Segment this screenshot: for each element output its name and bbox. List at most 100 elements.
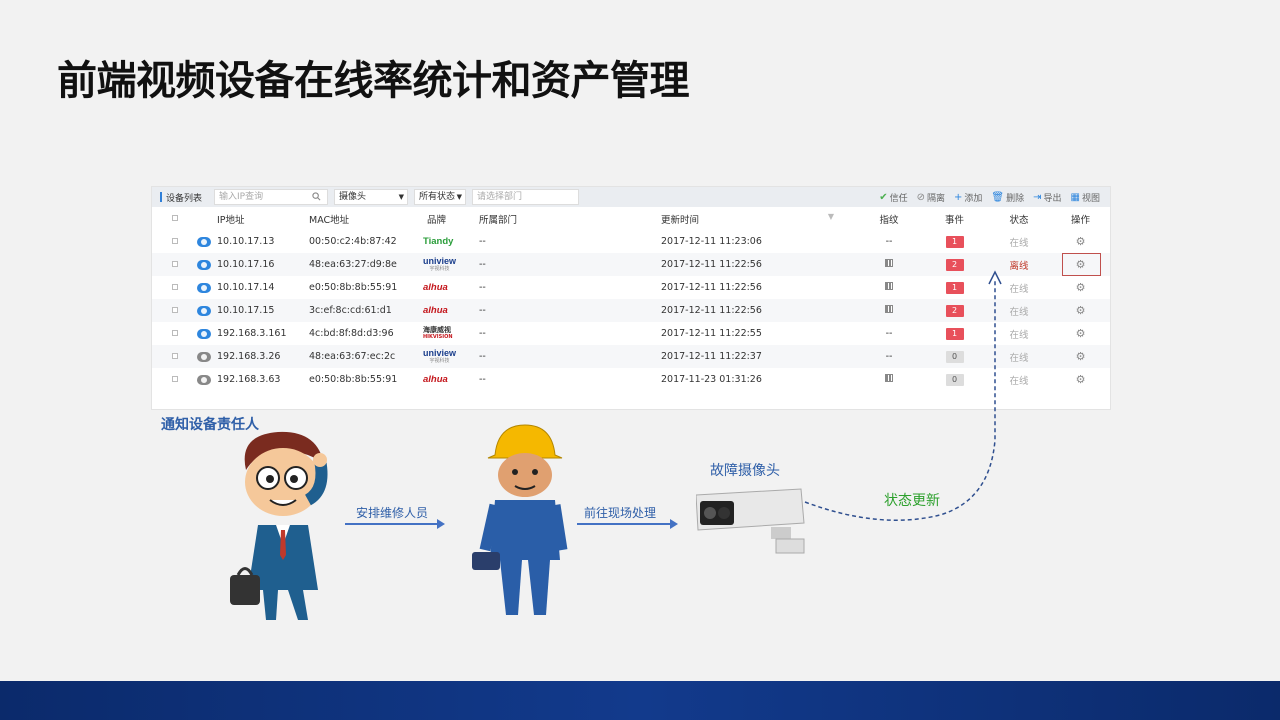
brand-logo: uniview 宇视科技: [423, 253, 479, 276]
row-checkbox[interactable]: [171, 376, 178, 382]
camera-icon: [197, 282, 211, 293]
op-cell: ⚙: [1051, 345, 1110, 368]
row-checkbox[interactable]: [171, 307, 178, 313]
export-icon: ⇥: [1033, 191, 1042, 203]
highlight-box: [1062, 253, 1101, 276]
ip-cell: 192.168.3.161: [197, 322, 309, 345]
camera-icon: [197, 351, 211, 362]
op-cell: ⚙: [1051, 299, 1110, 322]
gear-icon[interactable]: ⚙: [1076, 235, 1086, 248]
camera-icon: [197, 374, 211, 385]
event-badge[interactable]: 2: [945, 258, 964, 271]
header-event: 事件: [944, 214, 964, 226]
sort-down-icon[interactable]: ▼: [828, 212, 856, 221]
mac-cell: 3c:ef:8c:cd:61:d1: [309, 299, 423, 322]
camera-icon: [197, 236, 211, 247]
status-badge: 在线: [1009, 283, 1029, 295]
ban-icon: ⊘: [916, 191, 925, 203]
row-checkbox[interactable]: [171, 330, 178, 336]
step1-arrow: [345, 519, 445, 529]
row-checkbox[interactable]: [171, 353, 178, 359]
brand-logo: 海康威视 HIKVISION: [423, 325, 453, 340]
dept-cell: --: [479, 236, 486, 247]
brand-logo: alhua: [423, 282, 448, 293]
mac-cell: e0:50:8b:8b:55:91: [309, 374, 398, 385]
camera-icon: [197, 305, 211, 316]
event-badge[interactable]: 1: [945, 235, 964, 248]
mac-cell: 48:ea:63:27:d9:8e: [309, 253, 423, 276]
panel-title: 设备列表: [152, 191, 212, 204]
status-badge: 在线: [1009, 306, 1029, 318]
export-button[interactable]: ⇥ 导出: [1033, 191, 1061, 204]
select-all-checkbox[interactable]: [171, 215, 178, 221]
dept-cell: --: [479, 328, 486, 339]
toolbar-actions: ✔ 信任 ⊘ 隔离 + 添加 🗑 删除 ⇥ 导出 ▦ 视图: [879, 187, 1100, 207]
dept-cell: --: [479, 345, 661, 368]
worker-illustration: [472, 424, 568, 615]
gear-icon[interactable]: ⚙: [1076, 281, 1086, 294]
header-brand: 品牌: [427, 214, 447, 226]
plus-button[interactable]: + 添加: [954, 191, 982, 204]
header-fingerprint: 指纹: [879, 214, 899, 226]
status-cell: 在线: [987, 230, 1051, 253]
dept-cell: --: [479, 299, 661, 322]
ip-cell: 10.10.17.15: [197, 299, 309, 322]
header-time[interactable]: 更新时间 ▼: [661, 207, 856, 230]
step2-label: 前往现场处理: [584, 506, 657, 520]
mac-cell: 4c:bd:8f:8d:d3:96: [309, 328, 394, 339]
check-icon: ✔: [879, 191, 888, 203]
ban-button[interactable]: ⊘ 隔离: [917, 191, 945, 204]
table-row[interactable]: 10.10.17.13 00:50:c2:4b:87:42 Tiandy -- …: [152, 230, 1110, 253]
plus-icon: +: [954, 191, 963, 203]
device-type-select[interactable]: 摄像头 ▼: [334, 189, 408, 205]
op-cell: ⚙: [1051, 230, 1110, 253]
ip-cell: 10.10.17.13: [197, 230, 309, 253]
header-ip[interactable]: IP地址: [197, 207, 309, 230]
row-checkbox[interactable]: [171, 284, 178, 290]
status-badge: 在线: [1009, 329, 1029, 341]
gear-icon[interactable]: ⚙: [1076, 350, 1086, 363]
grid-button[interactable]: ▦ 视图: [1071, 191, 1100, 204]
op-cell: ⚙: [1051, 276, 1110, 299]
header-op: 操作: [1070, 214, 1090, 226]
status-badge: 离线: [1009, 260, 1029, 272]
op-cell: ⚙: [1051, 368, 1110, 391]
grid-icon: ▦: [1070, 191, 1080, 203]
trash-button[interactable]: 🗑 删除: [991, 191, 1024, 204]
page-title: 前端视频设备在线率统计和资产管理: [57, 58, 690, 104]
caret-down-icon: ▼: [456, 193, 462, 201]
brand-logo: alhua: [423, 299, 479, 322]
mac-cell: e0:50:8b:8b:55:91: [309, 282, 398, 293]
header-status: 状态: [1009, 214, 1029, 226]
op-cell: ⚙: [1051, 322, 1110, 345]
trash-icon: 🗑: [991, 191, 1005, 203]
status-update-arrow: [804, 270, 1002, 521]
manager-illustration: [230, 431, 328, 620]
fingerprint-icon[interactable]: [885, 259, 893, 267]
header-mac[interactable]: MAC地址: [309, 207, 423, 230]
ip-cell: 10.10.17.14: [197, 276, 309, 299]
dept-cell: --: [479, 253, 661, 276]
brand-logo: uniview 宇视科技: [423, 345, 479, 368]
time-cell: 2017-12-11 11:23:06: [661, 236, 762, 247]
gear-icon[interactable]: ⚙: [1076, 327, 1086, 340]
search-icon[interactable]: [312, 192, 321, 201]
ip-cell: 10.10.17.16: [197, 253, 309, 276]
gear-icon[interactable]: ⚙: [1076, 373, 1086, 386]
department-select[interactable]: 请选择部门: [472, 189, 579, 205]
search-input[interactable]: 输入IP查询: [214, 189, 328, 205]
fingerprint-cell: --: [885, 236, 893, 247]
status-badge: 在线: [1009, 375, 1029, 387]
row-checkbox[interactable]: [171, 261, 178, 267]
ip-cell: 192.168.3.26: [197, 345, 309, 368]
table-header: IP地址 MAC地址 品牌 所属部门 更新时间 ▼ 指纹 事件 状态 操作: [152, 207, 1110, 230]
ip-cell: 192.168.3.63: [197, 368, 309, 391]
row-checkbox[interactable]: [171, 238, 178, 244]
check-button[interactable]: ✔ 信任: [879, 191, 907, 204]
mac-cell: 48:ea:63:67:ec:2c: [309, 345, 423, 368]
toolbar: 设备列表 输入IP查询 摄像头 ▼ 所有状态 ▼ 请选择部门 ✔ 信任 ⊘ 隔离 + 添加 🗑 删…: [152, 187, 1110, 207]
step1-label: 安排维修人员: [356, 506, 429, 520]
status-select[interactable]: 所有状态 ▼: [414, 189, 466, 205]
step2-arrow: [577, 519, 678, 529]
gear-icon[interactable]: ⚙: [1076, 304, 1086, 317]
